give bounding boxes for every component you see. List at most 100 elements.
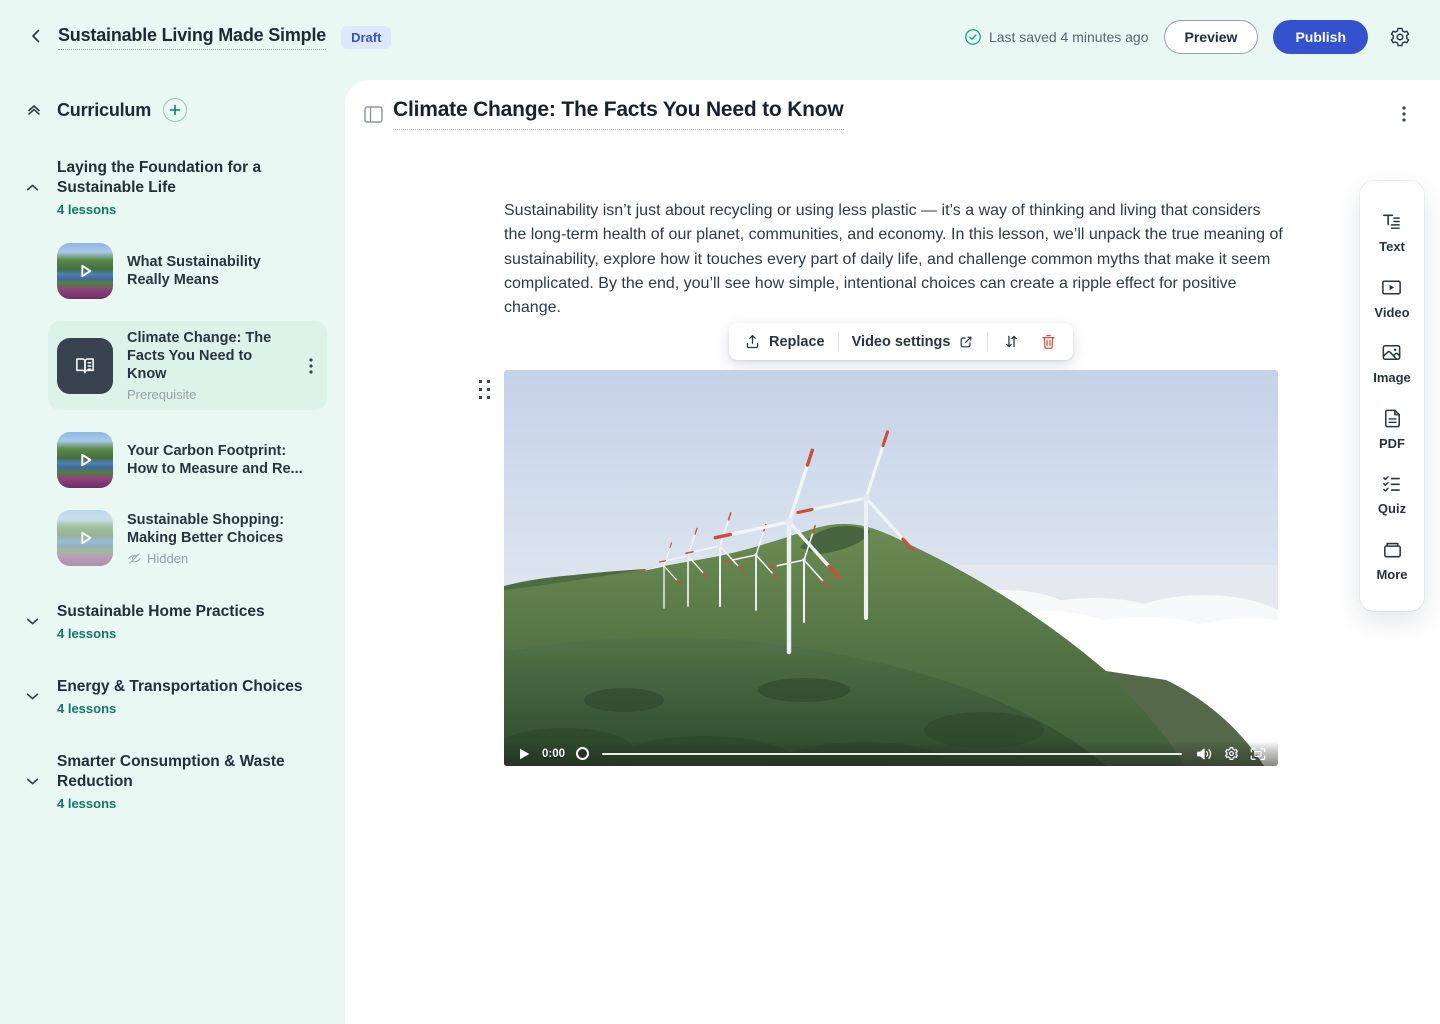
section-title: Energy & Transportation Choices	[57, 677, 307, 697]
lesson-item-hidden[interactable]: Sustainable Shopping: Making Better Choi…	[57, 510, 327, 566]
lesson-item-selected[interactable]: Climate Change: The Facts You Need to Kn…	[48, 321, 327, 410]
video-block-toolbar: Replace Video settings	[729, 323, 1073, 360]
pdf-icon	[1381, 407, 1404, 430]
lesson-item[interactable]: Your Carbon Footprint: How to Measure an…	[57, 432, 327, 488]
element-palette: Text Video Image PDF Quiz	[1360, 181, 1424, 611]
section-lesson-count: 4 lessons	[57, 796, 307, 811]
video-settings-button[interactable]: Video settings	[848, 328, 979, 356]
lesson-video-thumbnail	[57, 432, 113, 488]
course-title[interactable]: Sustainable Living Made Simple	[58, 25, 326, 50]
add-video-button[interactable]: Video	[1374, 276, 1409, 320]
block-drag-handle[interactable]	[477, 378, 491, 400]
replace-button[interactable]: Replace	[740, 328, 829, 356]
add-section-button[interactable]	[163, 98, 187, 122]
video-settings-gear-button[interactable]	[1222, 745, 1240, 763]
open-book-icon	[72, 353, 98, 379]
chevron-up-icon[interactable]	[24, 179, 57, 196]
seek-handle[interactable]	[576, 747, 589, 760]
chevron-down-icon[interactable]	[24, 688, 57, 705]
section-title: Laying the Foundation for a Sustainable …	[57, 158, 307, 198]
add-text-button[interactable]: Text	[1379, 210, 1405, 254]
collapse-all-button[interactable]	[24, 100, 44, 120]
video-icon	[1380, 276, 1403, 299]
lesson-page-title[interactable]: Climate Change: The Facts You Need to Kn…	[393, 98, 844, 130]
more-box-icon	[1381, 538, 1404, 561]
add-pdf-button[interactable]: PDF	[1379, 407, 1405, 451]
curriculum-section: Smarter Consumption & Waste Reduction 4 …	[24, 752, 327, 811]
lesson-title: Climate Change: The Facts You Need to Kn…	[127, 329, 287, 383]
add-image-button[interactable]: Image	[1373, 341, 1411, 385]
video-controls-bar: 0:00	[504, 741, 1278, 766]
play-icon	[57, 243, 113, 299]
toggle-sidebar-button[interactable]	[362, 103, 384, 125]
curriculum-header: Curriculum	[24, 98, 327, 122]
volume-button[interactable]	[1195, 745, 1213, 763]
fullscreen-button[interactable]	[1249, 745, 1267, 763]
play-button[interactable]	[515, 745, 533, 763]
back-button[interactable]	[22, 23, 50, 51]
upload-icon	[744, 333, 761, 350]
lesson-list: What Sustainability Really Means Climate…	[24, 243, 327, 566]
lesson-item[interactable]: What Sustainability Really Means	[57, 243, 327, 299]
section-header[interactable]: Energy & Transportation Choices 4 lesson…	[24, 677, 327, 716]
chevron-down-icon[interactable]	[24, 773, 57, 790]
section-lesson-count: 4 lessons	[57, 202, 307, 217]
chevron-down-icon[interactable]	[24, 613, 57, 630]
lesson-title: Sustainable Shopping: Making Better Choi…	[127, 511, 305, 547]
section-lesson-count: 4 lessons	[57, 626, 307, 641]
add-more-button[interactable]: More	[1376, 538, 1407, 582]
move-block-button[interactable]	[997, 328, 1025, 356]
curriculum-sidebar: Curriculum Laying the Foundation for a S…	[0, 74, 345, 1024]
gear-icon	[1224, 746, 1239, 761]
lesson-title: Your Carbon Footprint: How to Measure an…	[127, 442, 305, 478]
curriculum-section: Laying the Foundation for a Sustainable …	[24, 158, 327, 566]
curriculum-title: Curriculum	[57, 100, 151, 121]
status-badge: Draft	[341, 26, 391, 49]
plus-icon	[169, 104, 181, 116]
lesson-subtitle: Prerequisite	[127, 387, 287, 402]
lesson-menu-button[interactable]	[301, 353, 321, 379]
seek-bar[interactable]	[602, 753, 1182, 755]
lesson-title-row: Climate Change: The Facts You Need to Kn…	[362, 98, 1416, 130]
lesson-title: What Sustainability Really Means	[127, 253, 305, 289]
kebab-icon	[1402, 106, 1406, 122]
section-title: Smarter Consumption & Waste Reduction	[57, 752, 307, 792]
lesson-editor-canvas: Climate Change: The Facts You Need to Kn…	[345, 80, 1440, 1024]
play-icon	[519, 748, 530, 760]
topbar-actions: Last saved 4 minutes ago Preview Publish	[964, 20, 1415, 54]
toolbar-divider	[987, 332, 988, 352]
last-saved-status: Last saved 4 minutes ago	[964, 28, 1149, 46]
sort-arrows-icon	[1003, 333, 1020, 350]
trash-icon	[1040, 333, 1057, 350]
section-header[interactable]: Smarter Consumption & Waste Reduction 4 …	[24, 752, 327, 811]
panel-icon	[364, 106, 383, 123]
add-quiz-button[interactable]: Quiz	[1378, 472, 1406, 516]
last-saved-text: Last saved 4 minutes ago	[989, 29, 1149, 45]
section-lesson-count: 4 lessons	[57, 701, 307, 716]
eye-off-icon	[127, 551, 142, 566]
delete-block-button[interactable]	[1034, 328, 1062, 356]
play-icon	[57, 432, 113, 488]
preview-button[interactable]: Preview	[1164, 20, 1259, 54]
kebab-icon	[309, 358, 313, 374]
section-header[interactable]: Sustainable Home Practices 4 lessons	[24, 602, 327, 641]
topbar: Sustainable Living Made Simple Draft Las…	[0, 0, 1440, 74]
video-frame-wind-turbines	[504, 370, 1278, 766]
double-chevron-up-icon	[25, 101, 43, 119]
lesson-intro-paragraph[interactable]: Sustainability isn’t just about recyclin…	[504, 199, 1286, 320]
fullscreen-icon	[1250, 747, 1266, 761]
lesson-video-thumbnail	[57, 510, 113, 566]
section-title: Sustainable Home Practices	[57, 602, 307, 622]
section-header[interactable]: Laying the Foundation for a Sustainable …	[24, 158, 327, 217]
volume-icon	[1196, 747, 1212, 761]
curriculum-section: Sustainable Home Practices 4 lessons	[24, 602, 327, 641]
publish-button[interactable]: Publish	[1273, 20, 1368, 54]
video-player[interactable]: 0:00	[504, 370, 1278, 766]
quiz-checklist-icon	[1380, 472, 1403, 495]
text-icon	[1380, 210, 1403, 233]
settings-button[interactable]	[1385, 22, 1415, 52]
video-current-time: 0:00	[542, 748, 565, 760]
lesson-options-button[interactable]	[1392, 102, 1416, 126]
image-icon	[1380, 341, 1403, 364]
external-link-icon	[958, 334, 974, 350]
